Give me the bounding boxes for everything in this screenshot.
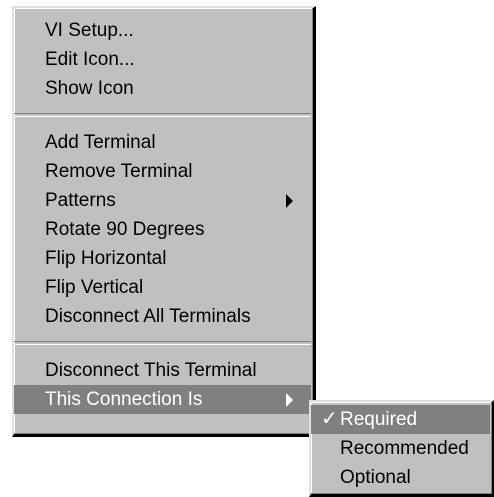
submenu-item-optional[interactable]: Optional (311, 463, 490, 492)
submenu-arrow-icon (286, 193, 293, 208)
menu-item-patterns-label: Patterns (45, 190, 116, 211)
submenu-item-recommended[interactable]: Recommended (311, 434, 490, 463)
menu-item-show-icon[interactable]: Show Icon (14, 74, 311, 103)
menu-item-this-connection-is-label: This Connection Is (45, 389, 203, 410)
menu-item-edit-icon[interactable]: Edit Icon... (14, 45, 311, 74)
menu-separator (14, 113, 311, 117)
menu-separator (14, 341, 311, 345)
submenu-item-required[interactable]: ✓ Required (311, 405, 490, 434)
menu-item-add-terminal[interactable]: Add Terminal (14, 128, 311, 157)
menu-item-flip-horizontal[interactable]: Flip Horizontal (14, 244, 311, 273)
menu-item-rotate-90-degrees[interactable]: Rotate 90 Degrees (14, 215, 311, 244)
context-menu: VI Setup... Edit Icon... Show Icon Add T… (12, 6, 316, 437)
menu-item-patterns[interactable]: Patterns (14, 186, 311, 215)
menu-item-this-connection-is[interactable]: This Connection Is (14, 385, 311, 414)
submenu-arrow-icon (286, 392, 293, 407)
menu-item-disconnect-this-terminal[interactable]: Disconnect This Terminal (14, 356, 311, 385)
connection-submenu: ✓ Required Recommended Optional (309, 400, 494, 497)
submenu-item-required-label: Required (340, 409, 418, 430)
menu-item-vi-setup[interactable]: VI Setup... (14, 16, 311, 45)
menu-item-disconnect-all-terminals[interactable]: Disconnect All Terminals (14, 302, 311, 331)
menu-item-flip-vertical[interactable]: Flip Vertical (14, 273, 311, 302)
menu-item-remove-terminal[interactable]: Remove Terminal (14, 157, 311, 186)
checkmark-icon: ✓ (321, 408, 338, 430)
